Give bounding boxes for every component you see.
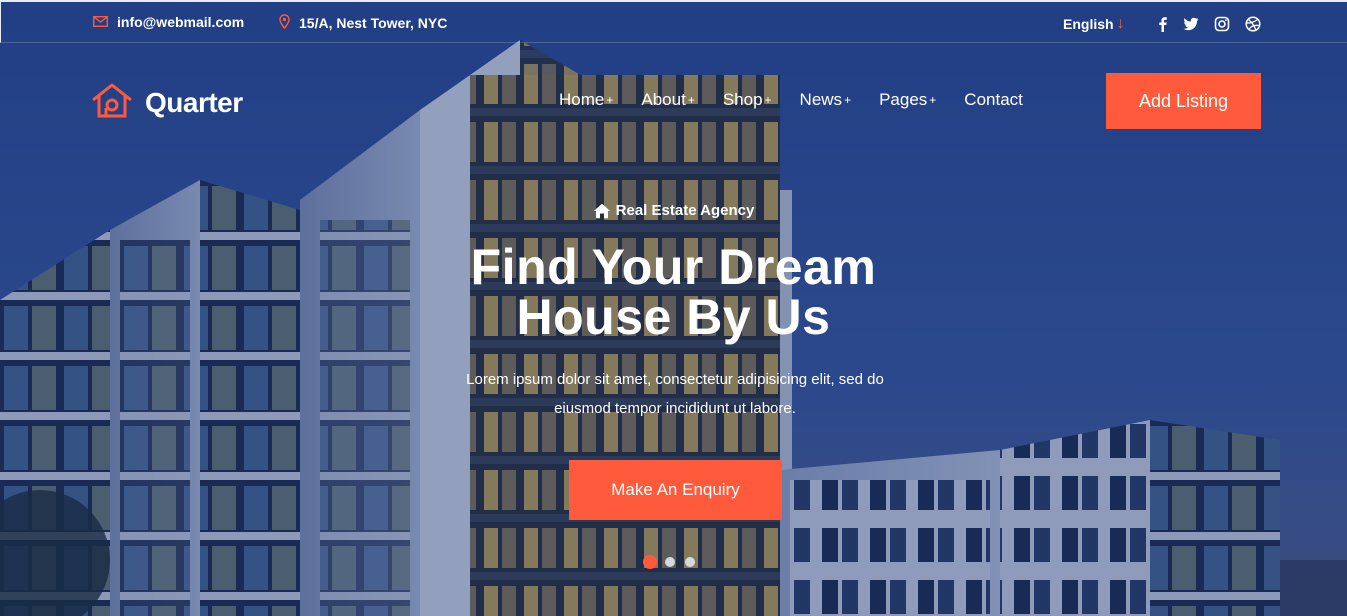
address-link[interactable]: 15/A, Nest Tower, NYC xyxy=(279,14,447,32)
hero-description: Lorem ipsum dolor sit amet, consectetur … xyxy=(466,371,884,417)
slider-dot-3[interactable] xyxy=(685,557,695,567)
map-pin-icon xyxy=(279,14,290,32)
nav-item-shop[interactable]: Shop + xyxy=(723,90,772,110)
plus-icon: + xyxy=(929,93,937,107)
language-label: English xyxy=(1063,16,1114,32)
instagram-icon[interactable] xyxy=(1214,16,1230,32)
tagline-text: Real Estate Agency xyxy=(615,202,755,219)
email-text: info@webmail.com xyxy=(117,14,245,30)
hero-headline: Find Your Dream House By Us xyxy=(0,242,1347,342)
main-nav: Home + About + Shop + News + Pages + Con… xyxy=(559,90,1051,110)
dribbble-icon[interactable] xyxy=(1245,16,1261,32)
language-selector[interactable]: English ↓ xyxy=(1063,15,1125,33)
nav-item-label: Pages xyxy=(879,90,928,109)
mail-icon xyxy=(92,14,109,30)
facebook-icon[interactable] xyxy=(1155,16,1171,32)
nav-item-home[interactable]: Home + xyxy=(559,90,613,110)
nav-item-pages[interactable]: Pages + xyxy=(879,90,936,110)
nav-item-label: Contact xyxy=(964,90,1023,109)
brand-name: Quarter xyxy=(145,86,243,118)
nav-item-contact[interactable]: Contact xyxy=(964,90,1023,110)
headline-line-1: Find Your Dream xyxy=(470,239,877,295)
nav-item-label: Shop xyxy=(722,90,763,109)
plus-icon: + xyxy=(687,93,695,107)
nav-item-label: About xyxy=(641,90,686,109)
plus-icon: + xyxy=(764,93,772,107)
plus-icon: + xyxy=(844,93,852,107)
home-icon xyxy=(593,203,610,218)
top-bar: info@webmail.com 15/A, Nest Tower, NYC E… xyxy=(0,0,1347,43)
arrow-down-icon: ↓ xyxy=(1116,15,1125,32)
add-listing-button[interactable]: Add Listing xyxy=(1106,73,1261,129)
nav-item-news[interactable]: News + xyxy=(800,90,852,110)
twitter-icon[interactable] xyxy=(1183,16,1199,32)
plus-icon: + xyxy=(606,93,614,107)
slider-dot-2[interactable] xyxy=(665,557,675,567)
hero-tagline: Real Estate Agency xyxy=(0,202,1347,219)
slider-dot-1[interactable] xyxy=(643,555,657,569)
nav-item-label: Home xyxy=(559,90,605,109)
nav-item-about[interactable]: About + xyxy=(641,90,694,110)
house-icon xyxy=(91,82,133,123)
email-link[interactable]: info@webmail.com xyxy=(92,14,245,30)
headline-line-2: House By Us xyxy=(516,289,831,345)
address-text: 15/A, Nest Tower, NYC xyxy=(299,15,448,31)
brand-logo[interactable]: Quarter xyxy=(91,82,243,123)
slider-dots xyxy=(643,555,705,569)
nav-item-label: News xyxy=(799,90,843,109)
make-enquiry-button[interactable]: Make An Enquiry xyxy=(569,460,782,520)
